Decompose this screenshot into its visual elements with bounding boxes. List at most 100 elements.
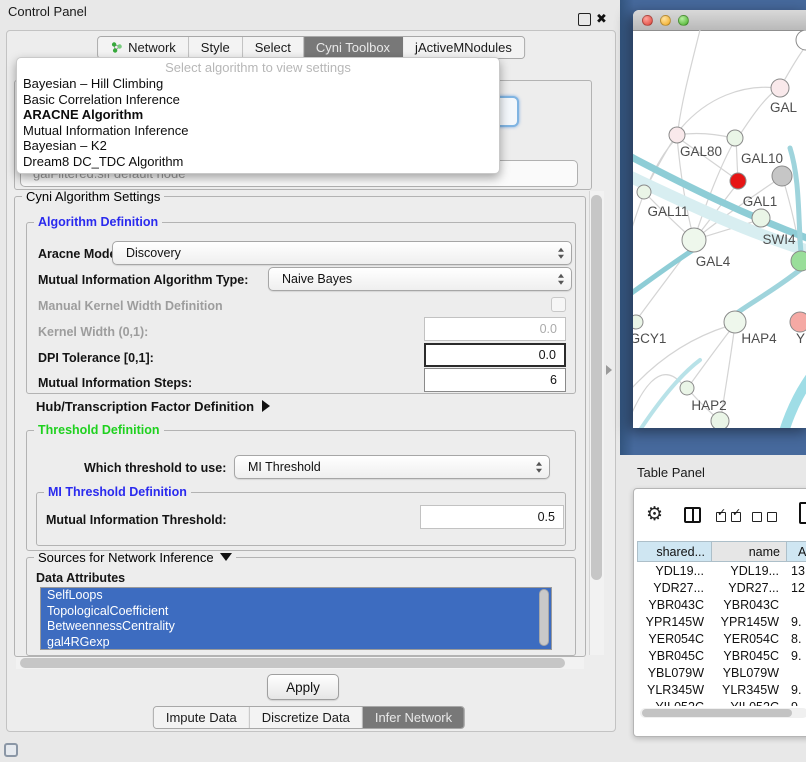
attribute-item-selected[interactable]: gal4RGexp (41, 635, 551, 651)
unchecked-checkbox-icon[interactable] (752, 512, 762, 522)
combo-arrows-icon (558, 248, 564, 259)
tab-select[interactable]: Select (243, 37, 304, 58)
table-row[interactable]: YER054CYER054C8. (637, 631, 806, 648)
network-node-gcy1[interactable] (633, 315, 643, 329)
which-threshold-combo[interactable]: MI Threshold (234, 455, 550, 479)
network-node-hap4[interactable] (724, 311, 746, 333)
network-node-gal4[interactable] (682, 228, 706, 252)
node-table[interactable]: YDL19...YDL19...13YDR27...YDR27...12YBR0… (637, 563, 806, 706)
attribute-item-selected[interactable]: SelfLoops (41, 588, 551, 604)
apply-button[interactable]: Apply (267, 674, 339, 700)
column-header-name[interactable]: name (712, 541, 787, 562)
table-row[interactable]: YIL052CYIL052C9. (637, 699, 806, 706)
network-node-gal[interactable] (771, 79, 789, 97)
table-row[interactable]: YDL19...YDL19...13 (637, 563, 806, 580)
network-edge[interactable] (677, 87, 778, 133)
mi-type-combo[interactable]: Naive Bayes (268, 267, 572, 291)
dropdown-item[interactable]: Dream8 DC_TDC Algorithm (17, 154, 499, 170)
attr-list-scrollbar[interactable] (539, 589, 549, 646)
tab-cyni-toolbox[interactable]: Cyni Toolbox (304, 37, 403, 58)
column-header-shared[interactable]: shared... (637, 541, 712, 562)
unchecked-checkbox-icon[interactable] (767, 512, 777, 522)
network-node-swi4[interactable] (791, 251, 806, 271)
hub-definition-expander[interactable]: Hub/Transcription Factor Definition (36, 399, 270, 414)
bottom-tab-bar: Impute DataDiscretize DataInfer Network (153, 706, 465, 729)
attribute-item-selected[interactable]: BetweennessCentrality (41, 619, 551, 635)
checked-checkbox-icon[interactable]: ✓ (716, 512, 726, 522)
zoom-traffic-light-icon[interactable] (678, 15, 689, 26)
sources-title-expander[interactable]: Sources for Network Inference (34, 551, 236, 564)
table-cell: YBL079W (712, 665, 786, 682)
aracne-mode-label: Aracne Mode: (38, 247, 121, 261)
aracne-mode-combo[interactable]: Discovery (112, 241, 572, 265)
network-node-hap2[interactable] (680, 381, 694, 395)
dropdown-item[interactable]: Basic Correlation Inference (17, 92, 499, 108)
column-header-partial[interactable]: A (787, 541, 806, 562)
network-edge[interactable] (678, 30, 700, 130)
dropdown-item[interactable]: ARACNE Algorithm (17, 107, 499, 123)
network-node[interactable] (796, 30, 806, 50)
algorithm-combo-fragment[interactable] (497, 96, 519, 127)
tab-label: Select (255, 40, 291, 55)
table-cell: YDR27... (637, 580, 711, 597)
network-edge[interactable] (689, 324, 735, 386)
document-icon[interactable] (799, 502, 806, 524)
algorithm-dropdown-list: Bayesian – Hill ClimbingBasic Correlatio… (17, 76, 499, 169)
settings-vertical-scrollbar-thumb[interactable] (591, 195, 602, 580)
algorithm-definition-title: Algorithm Definition (34, 216, 162, 229)
checked-checkbox-icon[interactable]: ✓ (731, 512, 741, 522)
settings-horizontal-scrollbar-thumb[interactable] (20, 658, 565, 668)
tab-jactivemnodules[interactable]: jActiveMNodules (403, 37, 524, 58)
float-window-icon[interactable] (578, 13, 591, 26)
dpi-tolerance-label: DPI Tolerance [0,1]: (38, 351, 154, 365)
dpi-tolerance-input[interactable]: 0.0 (424, 343, 566, 367)
tab-infer-network[interactable]: Infer Network (363, 707, 464, 728)
minimize-traffic-light-icon[interactable] (660, 15, 671, 26)
network-edge-thick[interactable] (633, 248, 696, 304)
table-horizontal-scrollbar-thumb[interactable] (642, 709, 792, 717)
table-row[interactable]: YBL079WYBL079W (637, 665, 806, 682)
network-node-label: GAL11 (647, 204, 688, 219)
close-traffic-light-icon[interactable] (642, 15, 653, 26)
network-node-y[interactable] (790, 312, 806, 332)
attribute-item-selected[interactable]: TopologicalCoefficient (41, 604, 551, 620)
network-node-label: HAP2 (691, 398, 726, 413)
hub-definition-label: Hub/Transcription Factor Definition (36, 399, 254, 414)
mi-threshold-label: Mutual Information Threshold: (46, 513, 227, 527)
tab-network[interactable]: Network (98, 37, 189, 58)
manual-kernel-checkbox[interactable] (551, 297, 566, 312)
dropdown-item[interactable]: Bayesian – Hill Climbing (17, 76, 499, 92)
network-node[interactable] (730, 173, 746, 189)
network-edge-thick[interactable] (778, 375, 806, 428)
table-row[interactable]: YBR045CYBR045C9. (637, 648, 806, 665)
tab-impute-data[interactable]: Impute Data (154, 707, 250, 728)
minimized-panel-icon[interactable] (4, 743, 18, 757)
mi-threshold-input[interactable]: 0.5 (420, 505, 564, 529)
network-node-label: HAP4 (741, 331, 777, 346)
mi-steps-input[interactable]: 6 (424, 368, 566, 392)
manual-kernel-label: Manual Kernel Width Definition (38, 299, 223, 313)
table-row[interactable]: YLR345WYLR345W9. (637, 682, 806, 699)
network-node-gal1[interactable] (752, 209, 770, 227)
tab-discretize-data[interactable]: Discretize Data (250, 707, 363, 728)
network-node[interactable] (711, 412, 729, 428)
network-node[interactable] (772, 166, 792, 186)
table-cell: 9. (787, 682, 806, 699)
gear-icon[interactable]: ⚙ (646, 504, 663, 526)
data-attributes-list[interactable]: SelfLoopsTopologicalCoefficientBetweenne… (40, 587, 552, 650)
split-columns-icon[interactable] (684, 507, 701, 523)
network-node-gal10[interactable] (727, 130, 743, 146)
network-window-titlebar[interactable] (633, 10, 806, 31)
network-canvas[interactable]: GALGAL80GAL10GAL11GAL1GAL4SWI4GCY1HAP4YH… (633, 30, 806, 428)
table-row[interactable]: YPR145WYPR145W9. (637, 614, 806, 631)
tab-style[interactable]: Style (189, 37, 243, 58)
dropdown-item[interactable]: Bayesian – K2 (17, 138, 499, 154)
close-icon[interactable]: ✖ (596, 10, 607, 28)
split-pane-grip-icon[interactable] (606, 365, 612, 375)
table-row[interactable]: YBR043CYBR043C (637, 597, 806, 614)
table-row[interactable]: YDR27...YDR27...12 (637, 580, 806, 597)
dropdown-item[interactable]: Mutual Information Inference (17, 123, 499, 139)
network-node-gal80[interactable] (669, 127, 685, 143)
kernel-width-input[interactable]: 0.0 (424, 317, 566, 341)
network-node-gal11[interactable] (637, 185, 651, 199)
